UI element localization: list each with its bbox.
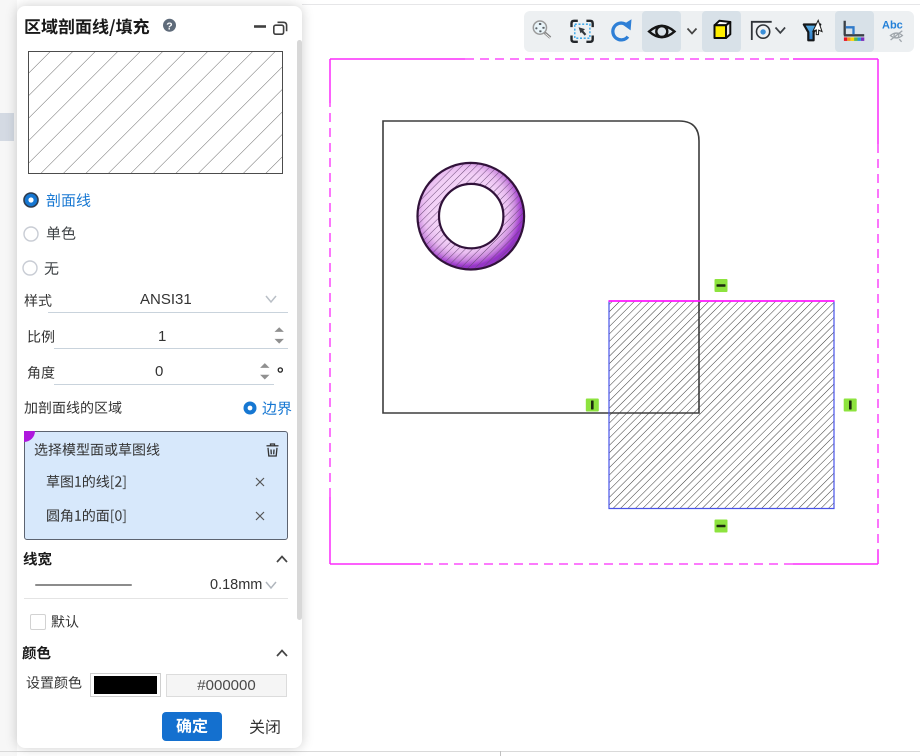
svg-text:Abc: Abc (882, 20, 903, 32)
